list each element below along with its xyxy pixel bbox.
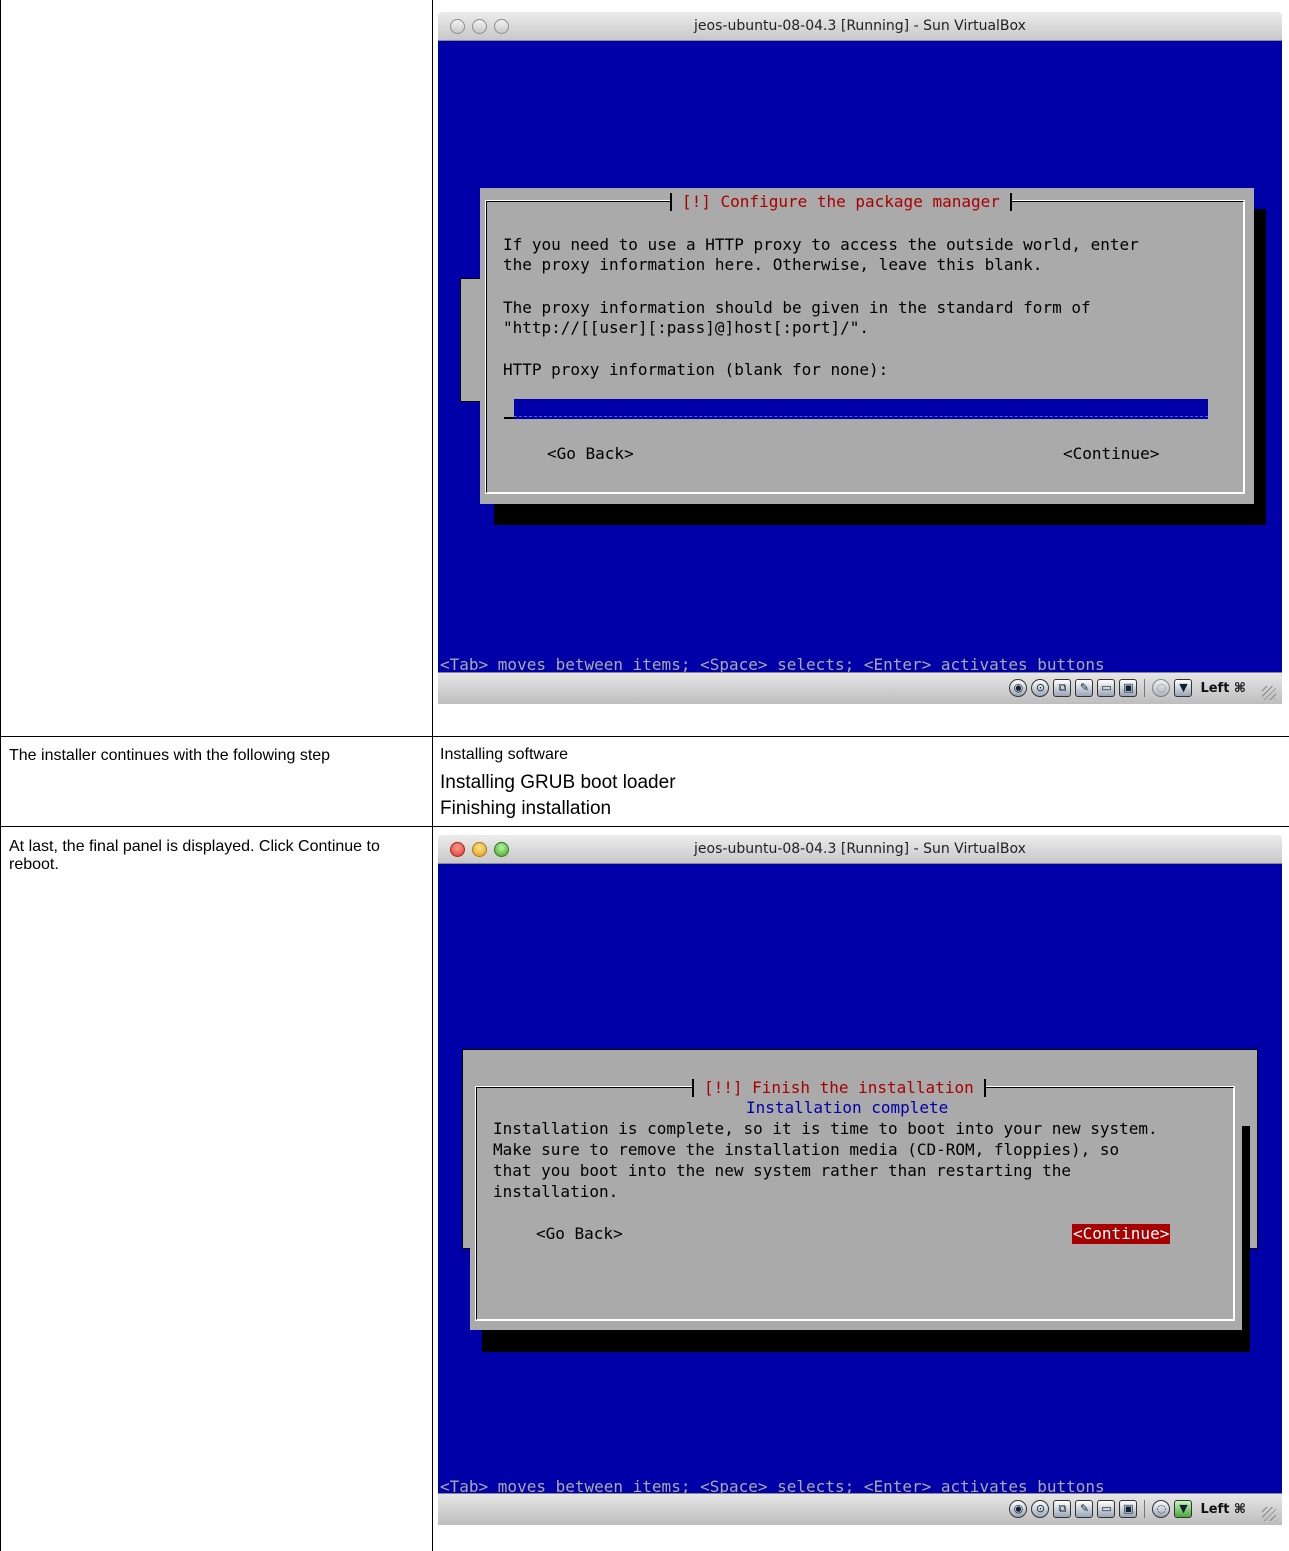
- dialog: [!!] Finish the installation Installatio…: [470, 1074, 1242, 1330]
- network-icon[interactable]: ⧉: [1053, 679, 1072, 697]
- status-separator: [1144, 679, 1146, 697]
- window-titlebar[interactable]: jeos-ubuntu-08-04.3 [Running] - Sun Virt…: [438, 835, 1282, 864]
- shared-folder-icon[interactable]: ▭: [1097, 679, 1116, 697]
- virtualbox-window-2: jeos-ubuntu-08-04.3 [Running] - Sun Virt…: [438, 835, 1282, 1525]
- cd-icon[interactable]: ⊙: [1031, 679, 1050, 697]
- dialog: [!] Configure the package manager If you…: [480, 188, 1254, 504]
- text-cursor: [504, 417, 514, 419]
- mouse-integration-icon[interactable]: ◌: [1152, 679, 1171, 697]
- status-bar: ◉ ⊙ ⧉ ✎ ▭ ▣ ◌ ▼ Left ⌘: [438, 672, 1282, 704]
- host-key-label: Left ⌘: [1200, 680, 1246, 696]
- status-bar: ◉ ⊙ ⧉ ✎ ▭ ▣ ◌ ▼ Left ⌘: [438, 1493, 1282, 1525]
- display-icon[interactable]: ▣: [1119, 679, 1138, 697]
- shared-folder-icon[interactable]: ▭: [1097, 1500, 1116, 1518]
- dialog-title: [!!] Finish the installation: [692, 1079, 986, 1097]
- table-hline-2: [0, 826, 1289, 827]
- status-separator: [1144, 1500, 1146, 1518]
- virtualbox-window-1: jeos-ubuntu-08-04.3 [Running] - Sun Virt…: [438, 12, 1282, 704]
- resize-grip-icon[interactable]: [1262, 1507, 1276, 1521]
- dialog-line-1: If you need to use a HTTP proxy to acces…: [503, 235, 1139, 254]
- step-finishing-installation: Finishing installation: [440, 798, 612, 819]
- network-icon[interactable]: ⧉: [1053, 1500, 1072, 1518]
- step-installing-grub: Installing GRUB boot loader: [440, 772, 676, 793]
- host-key-label: Left ⌘: [1200, 1501, 1246, 1517]
- continue-button[interactable]: <Continue>: [1063, 444, 1159, 464]
- dialog-title: [!] Configure the package manager: [670, 193, 1012, 211]
- vm-screen[interactable]: [!!] Finish the installation Installatio…: [438, 864, 1282, 1493]
- continue-button[interactable]: <Continue>: [1072, 1224, 1171, 1244]
- window-title: jeos-ubuntu-08-04.3 [Running] - Sun Virt…: [694, 18, 1026, 34]
- host-key-icon[interactable]: ▼: [1174, 1500, 1193, 1518]
- hard-disk-icon[interactable]: ◉: [1009, 679, 1028, 697]
- window-titlebar[interactable]: jeos-ubuntu-08-04.3 [Running] - Sun Virt…: [438, 12, 1282, 41]
- row3-description: At last, the final panel is displayed. C…: [9, 838, 380, 873]
- dialog-line-4: "http://[[user][:pass]@]host[:port]/".: [503, 318, 870, 337]
- table-vertical-left: [0, 0, 1, 1551]
- go-back-button[interactable]: <Go Back>: [536, 1224, 623, 1244]
- go-back-button[interactable]: <Go Back>: [547, 444, 634, 464]
- resize-grip-icon[interactable]: [1262, 686, 1276, 700]
- step-installing-software: Installing software: [440, 746, 569, 763]
- display-icon[interactable]: ▣: [1119, 1500, 1138, 1518]
- dialog-line-4: installation.: [493, 1182, 619, 1201]
- dialog-subtitle: Installation complete: [746, 1098, 949, 1117]
- row2-description: The installer continues with the followi…: [9, 747, 331, 764]
- window-title: jeos-ubuntu-08-04.3 [Running] - Sun Virt…: [694, 841, 1026, 857]
- help-line: <Tab> moves between items; <Space> selec…: [440, 1477, 1105, 1493]
- table-hline-1: [0, 736, 1289, 737]
- proxy-input[interactable]: [514, 399, 1208, 419]
- dialog-line-3: that you boot into the new system rather…: [493, 1161, 1071, 1180]
- dialog-line-3: The proxy information should be given in…: [503, 298, 1091, 317]
- usb-icon[interactable]: ✎: [1075, 679, 1094, 697]
- help-line: <Tab> moves between items; <Space> selec…: [440, 655, 1105, 672]
- usb-icon[interactable]: ✎: [1075, 1500, 1094, 1518]
- dialog-line-2: Make sure to remove the installation med…: [493, 1140, 1120, 1159]
- cd-icon[interactable]: ⊙: [1031, 1500, 1050, 1518]
- dialog-prompt: HTTP proxy information (blank for none):: [503, 360, 889, 379]
- mouse-integration-icon[interactable]: ◌: [1152, 1500, 1171, 1518]
- vm-screen[interactable]: [!] Configure the package manager If you…: [438, 41, 1282, 672]
- dialog-line-1: Installation is complete, so it is time …: [493, 1119, 1158, 1138]
- hard-disk-icon[interactable]: ◉: [1009, 1500, 1028, 1518]
- host-key-icon[interactable]: ▼: [1174, 679, 1193, 697]
- dialog-line-2: the proxy information here. Otherwise, l…: [503, 255, 1043, 274]
- table-vertical-mid: [432, 0, 433, 1551]
